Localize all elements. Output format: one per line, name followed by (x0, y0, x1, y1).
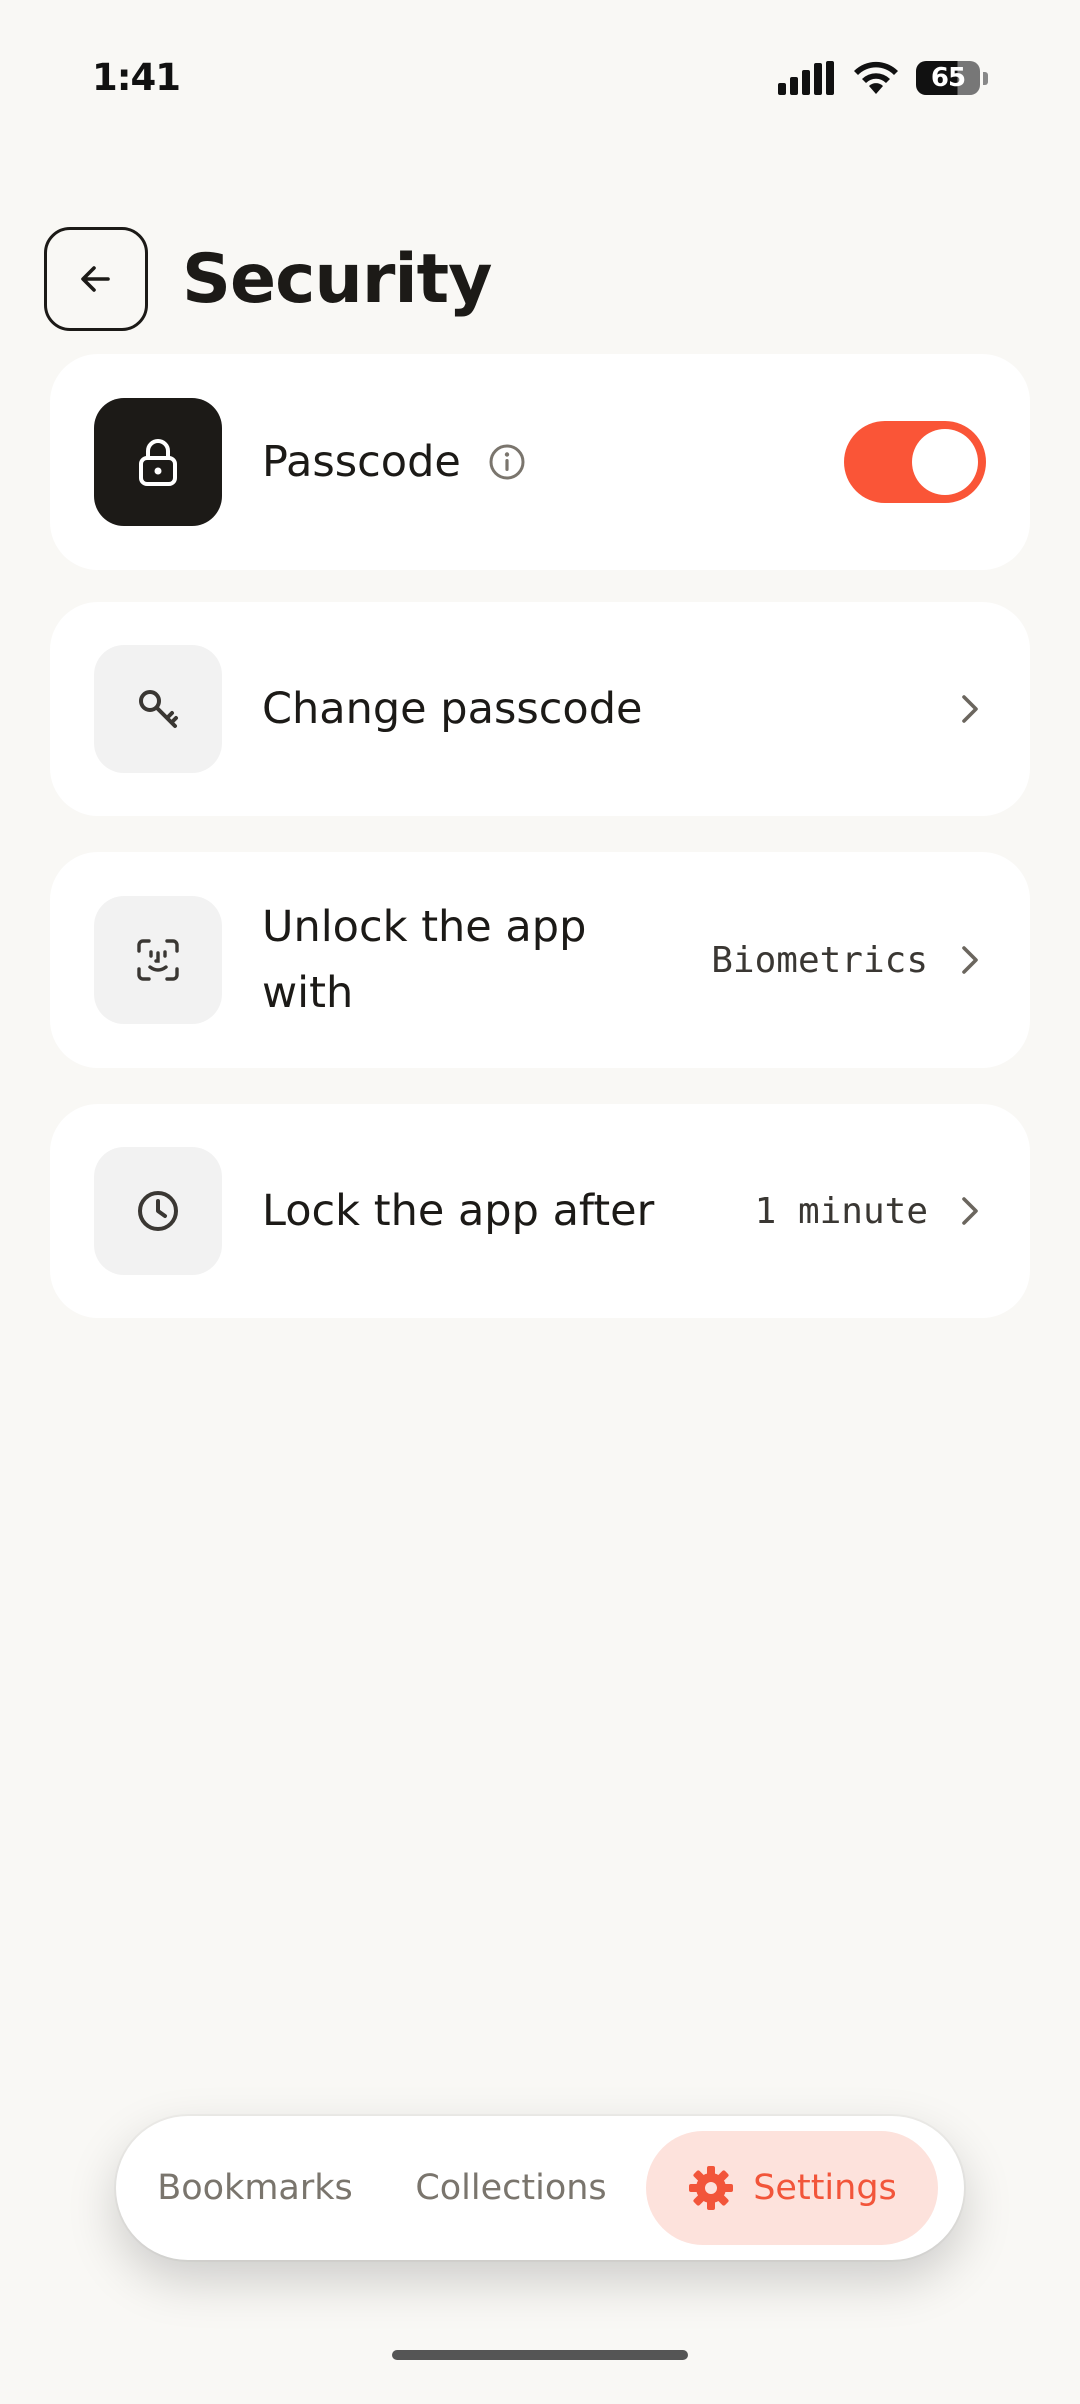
unlock-icon-tile (94, 896, 222, 1024)
battery-icon: 65 (916, 60, 988, 96)
change-passcode-icon-tile (94, 645, 222, 773)
lock-after-row[interactable]: Lock the app after 1 minute (50, 1104, 1030, 1318)
battery-tip (983, 71, 988, 85)
key-icon (139, 690, 178, 728)
battery-body: 65 (916, 61, 980, 95)
passcode-row: Passcode (50, 354, 1030, 570)
nav-bookmarks[interactable]: Bookmarks (130, 2131, 380, 2245)
back-button[interactable] (44, 227, 148, 332)
unlock-with-label: Unlock the app with (262, 902, 587, 1018)
lock-after-value: 1 minute (754, 1190, 928, 1232)
unlock-with-row[interactable]: Unlock the app with Biometrics (50, 852, 1030, 1068)
nav-bookmarks-label: Bookmarks (157, 2168, 353, 2208)
arrow-left-icon (81, 266, 110, 292)
clock-icon (138, 1191, 178, 1231)
nav-collections[interactable]: Collections (380, 2131, 642, 2245)
header: Security (44, 194, 492, 364)
passcode-icon-tile (94, 398, 222, 526)
toggle-knob (912, 429, 978, 495)
wifi-icon (854, 61, 898, 94)
passcode-toggle[interactable] (844, 421, 986, 503)
face-id-icon (137, 939, 179, 981)
unlock-with-value: Biometrics (711, 939, 928, 981)
page-title: Security (182, 239, 492, 319)
status-bar: 1:41 65 (0, 0, 1080, 160)
battery-level: 65 (930, 63, 966, 93)
home-indicator[interactable] (392, 2350, 688, 2360)
chevron-right-icon (958, 1193, 982, 1229)
change-passcode-label: Change passcode (262, 684, 643, 734)
signal-icon (778, 61, 834, 95)
lock-after-icon-tile (94, 1147, 222, 1275)
info-icon[interactable] (487, 442, 527, 482)
nav-collections-label: Collections (415, 2168, 607, 2208)
status-icons: 65 (778, 60, 988, 96)
passcode-label: Passcode (262, 437, 461, 487)
nav-settings[interactable]: Settings (646, 2131, 938, 2245)
lock-icon (139, 439, 177, 486)
chevron-right-icon (958, 691, 982, 727)
change-passcode-row[interactable]: Change passcode (50, 602, 1030, 816)
chevron-right-icon (958, 942, 982, 978)
status-time: 1:41 (92, 56, 181, 99)
gear-icon (687, 2164, 735, 2212)
lock-after-label: Lock the app after (262, 1186, 655, 1236)
nav-settings-label: Settings (753, 2168, 897, 2208)
bottom-nav: Bookmarks Collections Settings (116, 2116, 964, 2260)
